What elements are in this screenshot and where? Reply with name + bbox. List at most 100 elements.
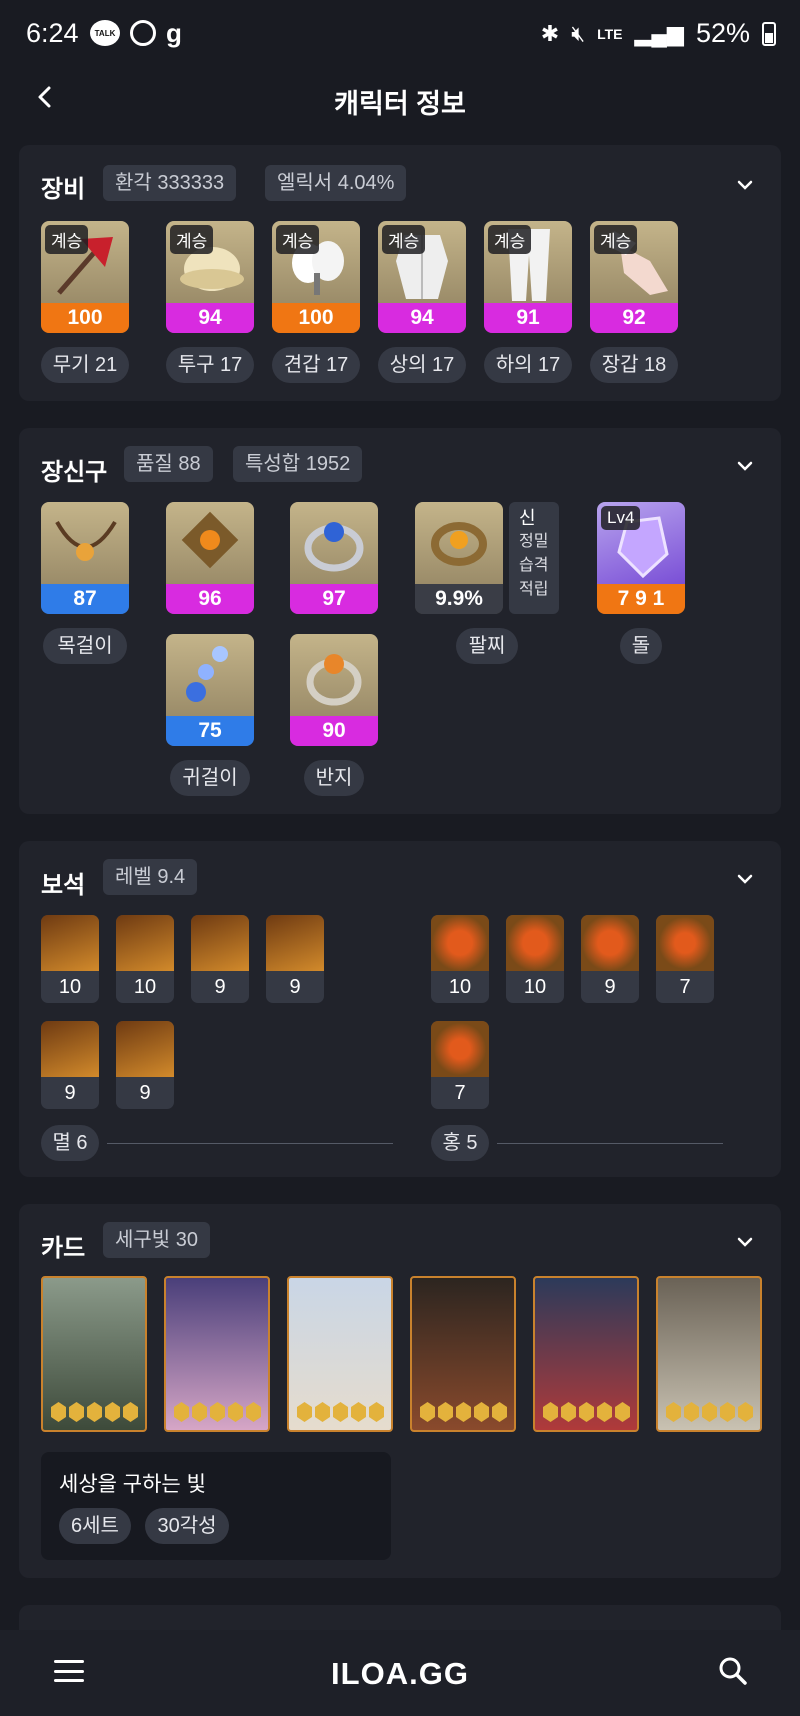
equipment-item-chest[interactable]: 계승 94 [378, 221, 466, 333]
bracelet-effects: 신 정밀 습격 적립 [509, 502, 559, 614]
search-icon[interactable] [718, 1656, 748, 1686]
gem-cooldown[interactable]: 7 [431, 1021, 489, 1109]
gem-level: 10 [523, 976, 547, 998]
item-quality: 75 [166, 716, 254, 746]
bracelet-effect: 습격 [519, 557, 549, 574]
brand-logo[interactable]: ILOA.GG [0, 1656, 800, 1692]
stone-level-tag: Lv4 [601, 506, 641, 530]
necklace-icon [41, 502, 129, 584]
accessory-necklace[interactable]: 87 [41, 502, 129, 614]
awakening-gems-icon [666, 1402, 753, 1422]
equipment-label-shoulder: 견갑 17 [272, 347, 360, 383]
gem-level: 7 [454, 1082, 466, 1104]
equipment-label-weapon: 무기 21 [41, 347, 129, 383]
accessory-earring-2[interactable]: 75 [166, 634, 254, 746]
card-4[interactable] [410, 1276, 516, 1432]
item-quality: 94 [378, 303, 466, 333]
signal-icon: ▂▄▆ [634, 20, 684, 46]
damage-gem-icon [41, 1021, 99, 1077]
chevron-down-icon[interactable] [735, 869, 755, 889]
accessory-ring-1[interactable]: 97 [290, 502, 378, 614]
gem-damage[interactable]: 9 [266, 915, 324, 1003]
equipment-item-shoulder[interactable]: 계승 100 [272, 221, 360, 333]
item-quality: 92 [590, 303, 678, 333]
bracelet-icon [415, 502, 503, 584]
gem-level: 9 [139, 1082, 151, 1104]
gem-damage[interactable]: 9 [116, 1021, 174, 1109]
gem-level: 9 [289, 976, 301, 998]
gem-damage[interactable]: 10 [116, 915, 174, 1003]
cooldown-gem-icon [581, 915, 639, 971]
card-5[interactable] [533, 1276, 639, 1432]
equipment-item-pants[interactable]: 계승 91 [484, 221, 572, 333]
accessory-label-ring: 반지 [304, 760, 364, 796]
item-tag: 계승 [45, 225, 89, 254]
awakening-gems-icon [51, 1402, 138, 1422]
cards-chip-awakening: 세구빛 30 [103, 1222, 211, 1258]
gem-level: 9 [604, 976, 616, 998]
gem-damage[interactable]: 9 [41, 1021, 99, 1109]
accessory-label-earring: 귀걸이 [170, 760, 250, 796]
card-2[interactable] [164, 1276, 270, 1432]
item-tag: 계승 [594, 225, 638, 254]
gem-cooldown[interactable]: 7 [656, 915, 714, 1003]
card-1[interactable] [41, 1276, 147, 1432]
equipment-item-weapon[interactable]: 계승 100 [41, 221, 129, 333]
equipment-item-gloves[interactable]: 계승 92 [590, 221, 678, 333]
system-icons: ✱ 🔇︎ LTE ▂▄▆ 52% [541, 18, 776, 49]
gem-level: 7 [679, 976, 691, 998]
equipment-item-helmet[interactable]: 계승 94 [166, 221, 254, 333]
accessory-label-necklace: 목걸이 [43, 628, 127, 664]
mute-icon: 🔇︎ [571, 20, 586, 46]
chevron-down-icon[interactable] [735, 175, 755, 195]
divider [107, 1143, 393, 1144]
earring-icon [166, 502, 254, 584]
accessory-ring-2[interactable]: 90 [290, 634, 378, 746]
accessories-chip-quality: 품질 88 [124, 446, 213, 482]
app-header: 캐릭터 정보 [0, 56, 800, 142]
gem-level: 10 [133, 976, 157, 998]
battery-icon [762, 21, 776, 46]
gem-cooldown[interactable]: 10 [431, 915, 489, 1003]
card-3[interactable] [287, 1276, 393, 1432]
cooldown-gem-icon [656, 915, 714, 971]
ring-icon [290, 634, 378, 716]
gems-chip-level: 레벨 9.4 [103, 859, 198, 895]
chevron-down-icon[interactable] [735, 456, 755, 476]
accessory-bracelet[interactable]: 9.9% [415, 502, 503, 614]
cards-title: 카드 [41, 1235, 86, 1262]
accessories-section: 장신구 품질 88 특성합 1952 87 96 97 9.9% 신 정밀 습격… [19, 428, 781, 814]
equipment-label-pants: 하의 17 [484, 347, 572, 383]
accessory-stone[interactable]: Lv4 7 9 1 [597, 502, 685, 614]
item-quality: 96 [166, 584, 254, 614]
bracelet-effect: 신 [519, 508, 536, 528]
accessory-earring-1[interactable]: 96 [166, 502, 254, 614]
item-quality: 100 [41, 303, 129, 333]
equipment-label-gloves: 장갑 18 [590, 347, 678, 383]
bracelet-value: 9.9% [415, 584, 503, 614]
accessory-label-stone: 돌 [620, 628, 662, 664]
gem-cooldown[interactable]: 9 [581, 915, 639, 1003]
equipment-label-chest: 상의 17 [378, 347, 466, 383]
gem-level: 10 [448, 976, 472, 998]
bracelet-effect: 정밀 [519, 533, 549, 550]
cooldown-gem-icon [431, 1021, 489, 1077]
kakaotalk-icon: TALK [90, 20, 120, 46]
item-quality: 97 [290, 584, 378, 614]
item-quality: 100 [272, 303, 360, 333]
gem-damage[interactable]: 10 [41, 915, 99, 1003]
gems-section: 보석 레벨 9.4 10 10 9 9 9 9 10 10 9 7 7 멸 6 … [19, 841, 781, 1177]
lte-icon: LTE [597, 25, 623, 42]
gem-level: 9 [214, 976, 226, 998]
gem-damage[interactable]: 9 [191, 915, 249, 1003]
bottom-nav: ILOA.GG [0, 1630, 800, 1716]
accessories-title: 장신구 [41, 459, 108, 486]
g-app-icon: g [166, 18, 182, 48]
item-tag: 계승 [382, 225, 426, 254]
gem-cooldown[interactable]: 10 [506, 915, 564, 1003]
cards-section: 카드 세구빛 30 세상을 구하는 빛 6세트 30각성 [19, 1204, 781, 1578]
chevron-down-icon[interactable] [735, 1232, 755, 1252]
card-6[interactable] [656, 1276, 762, 1432]
gem-level: 9 [64, 1082, 76, 1104]
item-quality: 91 [484, 303, 572, 333]
